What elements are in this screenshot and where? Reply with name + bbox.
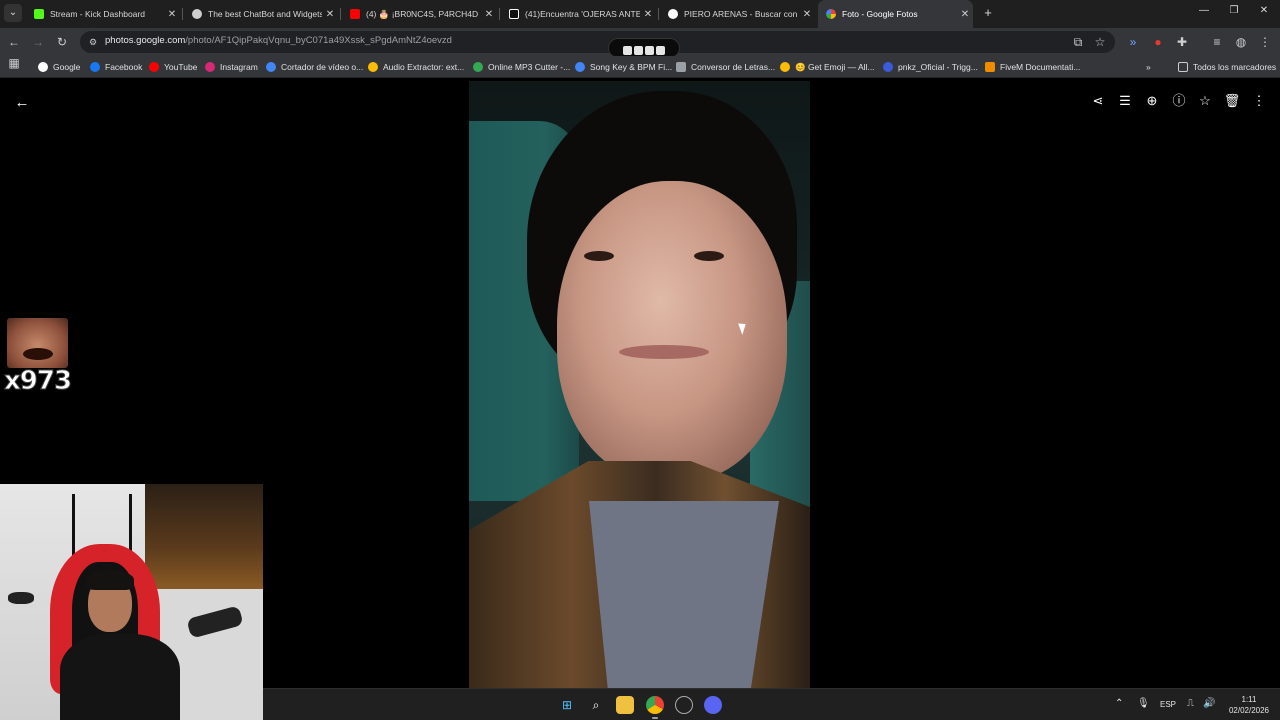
- youtube-favicon-icon: [350, 9, 360, 19]
- back-arrow-icon[interactable]: ←: [12, 93, 32, 113]
- url-text: photos.google.com/photo/AF1QipPakqVqnu_b…: [105, 35, 452, 46]
- bookmark-audio-extractor[interactable]: Audio Extractor: ext...: [368, 60, 464, 74]
- tab-close-icon[interactable]: ✕: [322, 9, 338, 20]
- edit-icon[interactable]: ☰: [1116, 92, 1134, 110]
- tab-separator: [340, 8, 341, 20]
- bookmark-facebook[interactable]: Facebook: [90, 60, 142, 74]
- tab-close-icon[interactable]: ✕: [957, 9, 973, 20]
- google-favicon-icon: [668, 9, 678, 19]
- discord-icon[interactable]: [704, 696, 722, 714]
- file-explorer-icon[interactable]: [616, 696, 634, 714]
- bookmark-pnkz[interactable]: pnkz_Oficial - Trigg...: [883, 60, 978, 74]
- tiktok-social-icon: [645, 46, 654, 55]
- extensions-puzzle-icon[interactable]: ✚: [1173, 33, 1191, 51]
- bookmarks-bar: ▦ Google Facebook YouTube Instagram Cort…: [0, 56, 1280, 78]
- tab-close-icon[interactable]: ✕: [799, 9, 815, 20]
- minimize-icon[interactable]: —: [1194, 5, 1214, 21]
- media-controls-icon[interactable]: ≡: [1208, 33, 1226, 51]
- language-indicator[interactable]: ESP: [1160, 700, 1176, 709]
- clock-time: 1:11: [1241, 695, 1257, 704]
- all-bookmarks-folder[interactable]: Todos los marcadores: [1178, 60, 1276, 74]
- displayed-photo[interactable]: [469, 81, 810, 688]
- tab-close-icon[interactable]: ✕: [640, 9, 656, 20]
- tab-tiktok[interactable]: (41)Encuentra 'OJERAS ANTES Y ✕: [501, 0, 656, 28]
- tiktok-favicon-icon: [509, 9, 519, 19]
- windows-start-icon[interactable]: ⊞: [558, 696, 576, 714]
- bookmark-mp3-cutter[interactable]: Online MP3 Cutter -...: [473, 60, 570, 74]
- network-icon[interactable]: ⎍: [1187, 698, 1194, 709]
- tab-title: The best ChatBot and Widgets: [208, 9, 322, 19]
- system-clock[interactable]: 1:11 02/02/2026: [1223, 694, 1275, 716]
- kick-favicon-icon: [34, 9, 44, 19]
- bookmark-song-key[interactable]: Song Key & BPM Fi...: [575, 60, 672, 74]
- info-icon[interactable]: ⓘ: [1170, 92, 1188, 110]
- google-photos-favicon-icon: [826, 9, 836, 19]
- tab-title: (41)Encuentra 'OJERAS ANTES Y: [525, 9, 640, 19]
- install-app-icon[interactable]: ⧉: [1069, 33, 1087, 51]
- bookmark-video-cutter[interactable]: Cortador de vídeo o...: [266, 60, 363, 74]
- clock-date: 02/02/2026: [1228, 706, 1270, 715]
- youtube-social-icon: [656, 46, 665, 55]
- stream-social-badge: [608, 38, 680, 58]
- microphone-icon: [186, 605, 244, 639]
- chrome-icon[interactable]: [646, 696, 664, 714]
- windows-taskbar: ⊞ ⌕ ⌃ 🎙 ESP ⎍ 🔊 1:11 02/02/2026: [263, 688, 1280, 720]
- bookmark-fivem-docs[interactable]: FiveM Documentati...: [985, 60, 1080, 74]
- chrome-menu-icon[interactable]: ⋮: [1256, 33, 1274, 51]
- emote-counter: x973: [3, 366, 72, 397]
- apps-grid-icon[interactable]: ▦: [5, 54, 23, 72]
- site-info-icon[interactable]: ⚙: [86, 35, 100, 49]
- tab-youtube[interactable]: (4) 🎂 ¡BR0NC4S, P4RCH4D ✕: [342, 0, 497, 28]
- bookmark-youtube[interactable]: YouTube: [149, 60, 197, 74]
- restore-icon[interactable]: ❐: [1224, 5, 1244, 21]
- webcam-feed: [0, 484, 263, 720]
- volume-icon[interactable]: 🔊: [1203, 698, 1215, 709]
- zoom-icon[interactable]: ⊕: [1143, 92, 1161, 110]
- tab-strip: ⌄ Stream - Kick Dashboard ✕ The best Cha…: [0, 0, 1280, 28]
- more-bookmarks-chevron-icon[interactable]: »: [1146, 60, 1151, 74]
- address-bar[interactable]: ⚙ photos.google.com/photo/AF1QipPakqVqnu…: [80, 31, 1115, 53]
- tab-separator: [658, 8, 659, 20]
- profile-avatar-icon[interactable]: ◍: [1232, 33, 1250, 51]
- x-social-icon: [623, 46, 632, 55]
- favorite-icon[interactable]: ☆: [1196, 92, 1214, 110]
- bookmark-star-icon[interactable]: ☆: [1091, 33, 1109, 51]
- more-icon[interactable]: ⋮: [1250, 92, 1268, 110]
- forward-arrow-icon[interactable]: →: [29, 33, 47, 51]
- emote-image: [7, 318, 68, 368]
- tab-title: Stream - Kick Dashboard: [50, 9, 145, 19]
- tab-close-icon[interactable]: ✕: [164, 9, 180, 20]
- search-icon[interactable]: ⌕: [587, 696, 605, 714]
- obs-icon[interactable]: [675, 696, 693, 714]
- bookmark-instagram[interactable]: Instagram: [205, 60, 258, 74]
- extension-record-icon[interactable]: ●: [1149, 33, 1167, 51]
- tab-separator: [182, 8, 183, 20]
- tab-title: (4) 🎂 ¡BR0NC4S, P4RCH4D: [366, 8, 479, 19]
- close-window-icon[interactable]: ✕: [1254, 5, 1274, 21]
- delete-icon[interactable]: 🗑: [1223, 92, 1241, 110]
- back-arrow-icon[interactable]: ←: [5, 33, 23, 51]
- microphone-tray-icon[interactable]: 🎙: [1137, 698, 1150, 709]
- tab-google-search[interactable]: PIERO ARENAS - Buscar con Go ✕: [660, 0, 815, 28]
- reload-icon[interactable]: ↻: [53, 33, 71, 51]
- bookmark-google[interactable]: Google: [38, 60, 80, 74]
- tab-google-photos[interactable]: Foto - Google Fotos ✕: [818, 0, 973, 28]
- tab-title: Foto - Google Fotos: [842, 9, 918, 19]
- extension-translate-icon[interactable]: »: [1124, 33, 1142, 51]
- bookmark-get-emoji[interactable]: 😊 Get Emoji — All...: [780, 60, 875, 74]
- bookmark-letter-converter[interactable]: Conversor de Letras...: [676, 60, 775, 74]
- tray-chevron-up-icon[interactable]: ⌃: [1115, 698, 1123, 709]
- tab-title: PIERO ARENAS - Buscar con Go: [684, 9, 799, 19]
- tab-kick-dashboard[interactable]: Stream - Kick Dashboard ✕: [26, 0, 180, 28]
- chatbot-favicon-icon: [192, 9, 202, 19]
- tab-chatbot[interactable]: The best ChatBot and Widgets ✕: [184, 0, 338, 28]
- instagram-social-icon: [634, 46, 643, 55]
- tab-search-chevron-icon[interactable]: ⌄: [4, 4, 22, 22]
- new-tab-plus-icon[interactable]: +: [981, 6, 995, 20]
- tab-close-icon[interactable]: ✕: [481, 9, 497, 20]
- tab-separator: [499, 8, 500, 20]
- share-icon[interactable]: ⋖: [1089, 92, 1107, 110]
